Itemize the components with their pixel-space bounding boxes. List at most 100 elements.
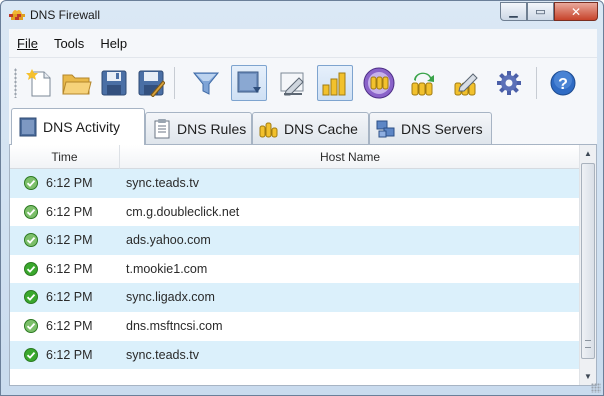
column-header-host-name-label: Host Name — [319, 150, 381, 164]
row-host-name: sync.teads.tv — [126, 176, 199, 190]
save-as-button[interactable] — [133, 65, 169, 101]
toolbar-separator — [536, 67, 537, 99]
check-status-icon — [24, 204, 38, 219]
rules-document-icon — [154, 118, 170, 138]
row-time: 6:12 PM — [46, 261, 93, 276]
cache-button[interactable] — [361, 65, 397, 101]
refresh-cache-button[interactable] — [405, 65, 441, 101]
toolbar: ? — [9, 57, 597, 108]
tab-dns-cache-label: DNS Cache — [284, 120, 358, 137]
check-status-icon — [24, 233, 38, 248]
chevron-up-icon: ▲ — [584, 149, 592, 158]
column-header-host-name[interactable]: Host Name — [120, 145, 580, 169]
cache-coins-icon — [259, 122, 278, 137]
tab-dns-activity-label: DNS Activity — [43, 119, 121, 135]
clear-cache-button[interactable] — [448, 65, 484, 101]
row-time: 6:12 PM — [46, 318, 93, 333]
save-button[interactable] — [96, 65, 132, 101]
maximize-icon: ▭ — [535, 6, 546, 18]
close-icon: ✕ — [570, 4, 582, 19]
tab-dns-servers[interactable]: DNS Servers — [369, 112, 492, 144]
activity-list-icon — [19, 117, 37, 137]
check-status-icon — [24, 176, 38, 190]
app-logo-icon — [9, 10, 25, 20]
check-status-icon — [24, 261, 38, 276]
maximize-button[interactable]: ▭ — [527, 2, 554, 21]
clear-button[interactable] — [274, 65, 310, 101]
close-button[interactable]: ✕ — [554, 2, 598, 21]
check-status-icon — [24, 290, 38, 305]
tab-dns-servers-label: DNS Servers — [401, 120, 483, 137]
settings-button[interactable] — [491, 65, 527, 101]
list-rows: 6:12 PM sync.teads.tv 6:12 PM cm.g.doublecl… — [10, 169, 580, 370]
row-time: 6:12 PM — [46, 204, 93, 219]
statistics-icon — [322, 72, 346, 96]
menu-bar: File Tools Help — [9, 29, 597, 57]
toolbar-separator — [174, 67, 175, 99]
row-host-name: sync.teads.tv — [126, 347, 199, 362]
help-button[interactable]: ? — [545, 65, 581, 101]
row-time: 6:12 PM — [46, 176, 93, 190]
app-window: DNS Firewall ▁ ▭ ✕ File Tools Help ? DNS… — [0, 0, 604, 396]
table-row[interactable]: 6:12 PM dns.msftncsi.com — [10, 312, 580, 341]
open-folder-icon — [62, 74, 92, 95]
menu-tools[interactable]: Tools — [46, 36, 92, 51]
row-host-name: dns.msftncsi.com — [126, 318, 223, 333]
scroll-up-button[interactable]: ▲ — [580, 145, 596, 162]
statistics-button[interactable] — [317, 65, 353, 101]
row-host-name: cm.g.doubleclick.net — [126, 204, 240, 219]
minimize-icon: ▁ — [509, 6, 518, 18]
table-row[interactable]: 6:12 PM sync.teads.tv — [10, 340, 580, 370]
menu-help-label: Help — [100, 35, 128, 51]
save-icon — [101, 70, 127, 96]
row-time: 6:12 PM — [46, 347, 93, 362]
table-row[interactable]: 6:12 PM sync.teads.tv — [10, 169, 580, 198]
toolbar-grip[interactable] — [14, 68, 17, 98]
tab-dns-cache[interactable]: DNS Cache — [252, 112, 369, 144]
row-time: 6:12 PM — [46, 233, 93, 248]
settings-gear-icon — [497, 71, 521, 95]
row-host-name: t.mookie1.com — [126, 261, 208, 276]
resize-grip[interactable] — [591, 383, 601, 393]
row-time: 6:12 PM — [46, 290, 93, 305]
new-file-icon — [26, 69, 51, 97]
autoscroll-button[interactable] — [231, 65, 267, 101]
filter-button[interactable] — [188, 65, 224, 101]
cache-coins-icon — [363, 67, 395, 99]
menu-file-label: File — [17, 35, 38, 51]
open-button[interactable] — [59, 65, 95, 101]
scrollbar-thumb[interactable] — [581, 163, 595, 359]
column-header-time[interactable]: Time — [10, 145, 120, 169]
menu-tools-label: Tools — [53, 35, 85, 51]
autoscroll-icon — [237, 71, 261, 93]
row-host-name: ads.yahoo.com — [126, 233, 211, 248]
window-title: DNS Firewall — [30, 8, 101, 22]
row-host-name: sync.ligadx.com — [126, 290, 215, 305]
table-row[interactable]: 6:12 PM cm.g.doubleclick.net — [10, 198, 580, 227]
check-status-icon — [24, 318, 38, 333]
table-row[interactable]: 6:12 PM sync.ligadx.com — [10, 283, 580, 312]
column-header-time-label: Time — [51, 150, 78, 164]
list-header: Time Host Name — [10, 145, 580, 169]
tab-dns-activity[interactable]: DNS Activity — [11, 108, 145, 145]
svg-text:?: ? — [558, 76, 568, 93]
vertical-scrollbar[interactable]: ▲ ▼ — [579, 145, 596, 385]
chevron-down-icon: ▼ — [584, 372, 592, 381]
menu-file[interactable]: File — [9, 36, 46, 51]
dns-activity-list[interactable]: Time Host Name 6:12 PM sync.teads.tv 6:12 … — [9, 144, 597, 386]
servers-network-icon — [376, 120, 395, 137]
minimize-button[interactable]: ▁ — [500, 2, 527, 21]
tab-strip: DNS Activity DNS Rules DNS Cache DNS Ser… — [9, 108, 597, 145]
menu-help[interactable]: Help — [92, 36, 135, 51]
tab-dns-rules-label: DNS Rules — [177, 120, 247, 137]
help-icon: ? — [550, 70, 576, 96]
clear-icon — [280, 72, 304, 96]
new-button[interactable] — [22, 65, 58, 101]
filter-icon — [192, 72, 220, 95]
table-row[interactable]: 6:12 PM ads.yahoo.com — [10, 226, 580, 255]
table-row[interactable]: 6:12 PM t.mookie1.com — [10, 255, 580, 284]
save-as-icon — [138, 70, 165, 97]
refresh-cache-icon — [411, 72, 434, 96]
title-bar[interactable]: DNS Firewall ▁ ▭ ✕ — [1, 1, 603, 29]
tab-dns-rules[interactable]: DNS Rules — [145, 112, 252, 144]
